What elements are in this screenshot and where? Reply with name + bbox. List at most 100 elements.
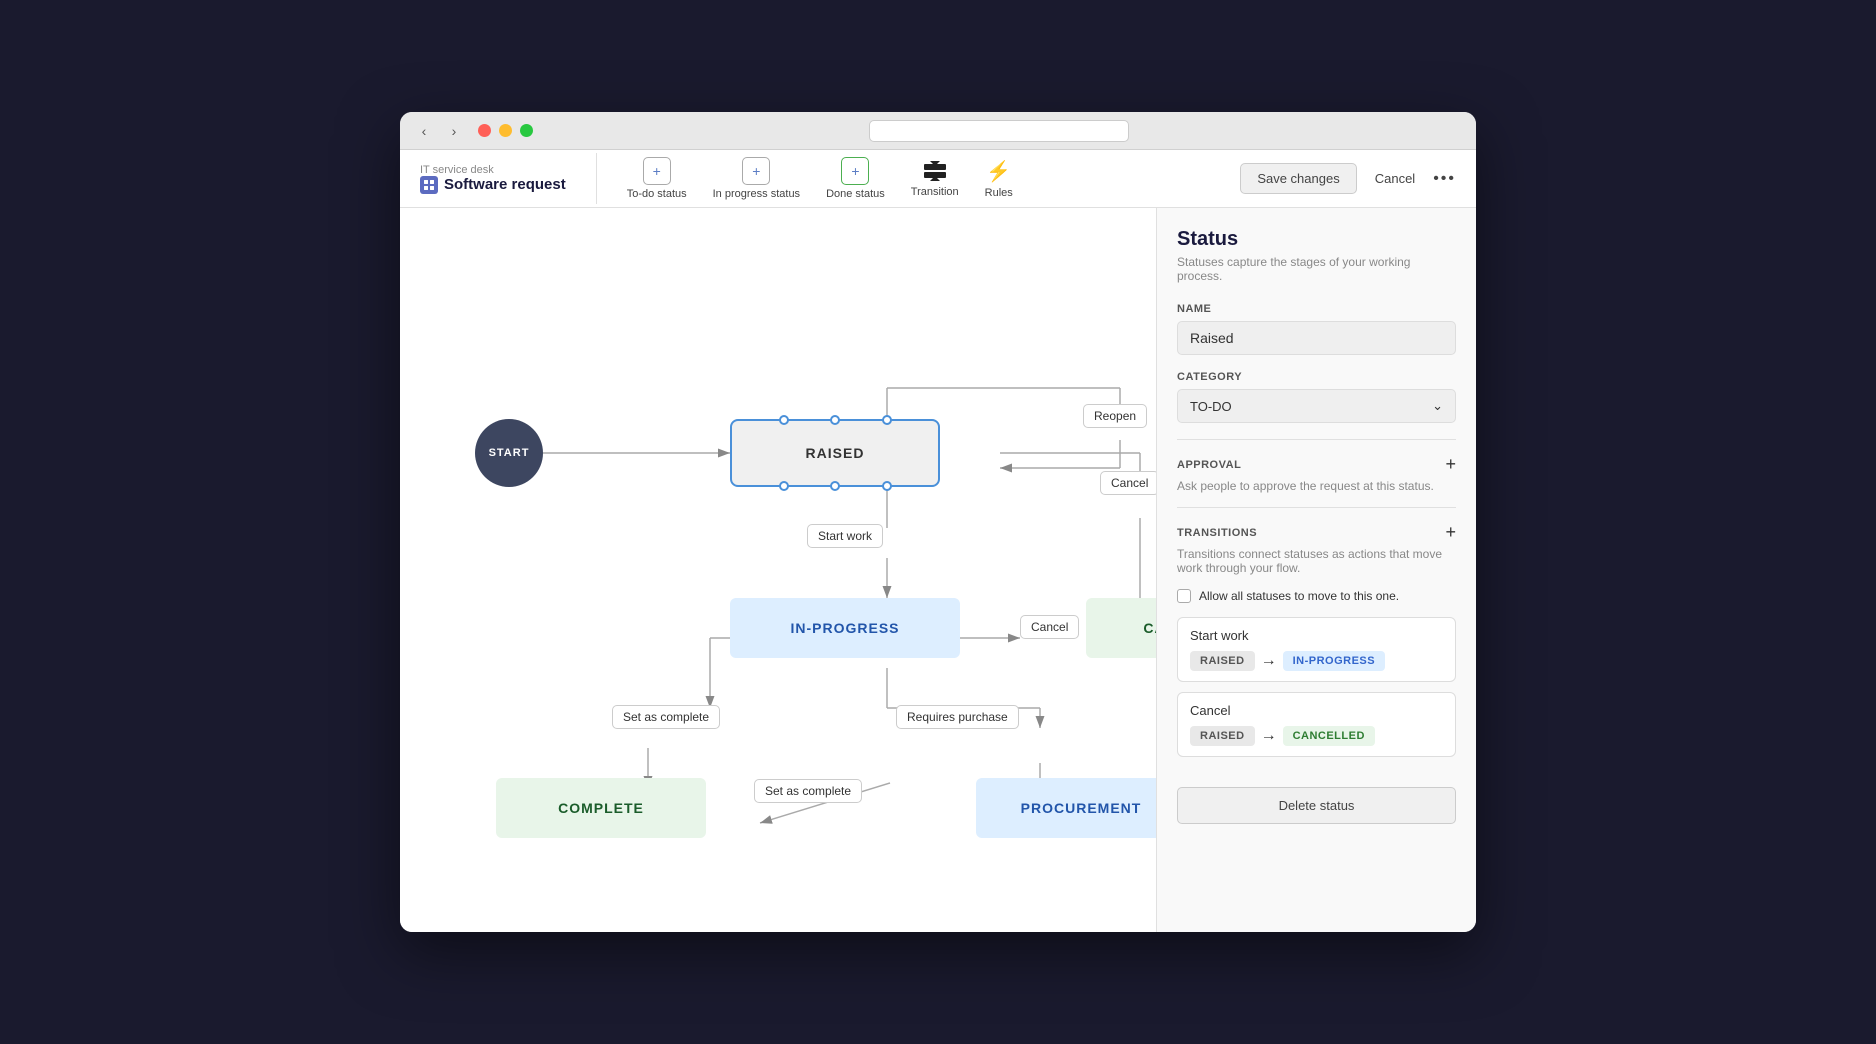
close-button[interactable]: [478, 124, 491, 137]
procurement-label: PROCUREMENT: [1021, 800, 1142, 816]
transition2-title: Cancel: [1190, 703, 1443, 718]
done-icon: +: [841, 157, 869, 185]
handle-bot-right[interactable]: [882, 481, 892, 491]
divider-2: [1177, 507, 1456, 508]
approval-label: APPROVAL: [1177, 459, 1241, 471]
cancel-mid-label[interactable]: Cancel: [1020, 615, 1079, 639]
transition-icon: [921, 159, 949, 183]
nav-arrows: ‹ ›: [412, 121, 466, 141]
approval-desc: Ask people to approve the request at thi…: [1177, 479, 1456, 493]
transition1-title: Start work: [1190, 628, 1443, 643]
name-value: Raised: [1177, 321, 1456, 355]
transition2-to: CANCELLED: [1283, 726, 1375, 746]
chevron-down-icon: ⌄: [1432, 398, 1443, 414]
rules-button[interactable]: ⚡ Rules: [975, 155, 1023, 203]
breadcrumb: IT service desk: [420, 164, 566, 176]
maximize-button[interactable]: [520, 124, 533, 137]
toolbar-right: Save changes Cancel •••: [1240, 163, 1456, 194]
reqpurchase-label[interactable]: Requires purchase: [896, 705, 1019, 729]
rules-label: Rules: [985, 187, 1013, 199]
panel-title: Status: [1177, 228, 1456, 251]
category-value: TO-DO: [1190, 399, 1232, 414]
category-select[interactable]: TO-DO ⌄: [1177, 389, 1456, 423]
cancel-top-label[interactable]: Cancel: [1100, 471, 1156, 495]
cancel-button[interactable]: Cancel: [1367, 164, 1423, 193]
inprogress-label: IN-PROGRESS: [790, 620, 899, 636]
app-title: Software request: [420, 176, 566, 194]
inprogress-label: In progress status: [713, 188, 800, 200]
reopen-label[interactable]: Reopen: [1083, 404, 1147, 428]
handle-bot-left[interactable]: [779, 481, 789, 491]
handle-top[interactable]: [830, 415, 840, 425]
setcomplete-bot-label[interactable]: Set as complete: [754, 779, 862, 803]
arrow-icon-1: →: [1261, 652, 1277, 670]
handle-bot[interactable]: [830, 481, 840, 491]
done-status-button[interactable]: + Done status: [816, 153, 895, 204]
transitions-desc: Transitions connect statuses as actions …: [1177, 547, 1456, 575]
name-label: NAME: [1177, 303, 1456, 315]
cancelled-node[interactable]: CANCELLED: [1086, 598, 1156, 658]
transition-button[interactable]: Transition: [901, 155, 969, 202]
titlebar: ‹ ›: [400, 112, 1476, 150]
raised-label: RAISED: [806, 445, 865, 461]
rules-icon: ⚡: [986, 159, 1011, 184]
inprogress-node[interactable]: IN-PROGRESS: [730, 598, 960, 658]
procurement-node[interactable]: PROCUREMENT: [976, 778, 1156, 838]
transition-card-2[interactable]: Cancel RAISED → CANCELLED: [1177, 692, 1456, 757]
transition2-from: RAISED: [1190, 726, 1255, 746]
handle-top-left[interactable]: [779, 415, 789, 425]
canvas-area[interactable]: START RAISED Reop: [400, 208, 1156, 932]
inprogress-status-button[interactable]: + In progress status: [703, 153, 810, 204]
transition-card-1[interactable]: Start work RAISED → IN-PROGRESS: [1177, 617, 1456, 682]
transition1-flow: RAISED → IN-PROGRESS: [1190, 651, 1443, 671]
transitions-add-button[interactable]: +: [1445, 522, 1456, 543]
arrow-icon-2: →: [1261, 727, 1277, 745]
start-node: START: [475, 419, 543, 487]
main-window: ‹ › IT service desk: [400, 112, 1476, 932]
diagram: START RAISED Reop: [400, 208, 1156, 932]
save-button[interactable]: Save changes: [1240, 163, 1356, 194]
inprogress-icon: +: [742, 157, 770, 185]
transitions-label: TRANSITIONS: [1177, 527, 1257, 539]
handle-top-right[interactable]: [882, 415, 892, 425]
divider-1: [1177, 439, 1456, 440]
forward-button[interactable]: ›: [442, 121, 466, 141]
delete-status-button[interactable]: Delete status: [1177, 787, 1456, 824]
main-content: IT service desk Software request: [400, 150, 1476, 932]
back-button[interactable]: ‹: [412, 121, 436, 141]
done-label: Done status: [826, 188, 885, 200]
transitions-header: TRANSITIONS +: [1177, 522, 1456, 543]
titlebar-search: [533, 120, 1464, 142]
more-button[interactable]: •••: [1433, 170, 1456, 188]
app-icon: [420, 176, 438, 194]
workspace: START RAISED Reop: [400, 208, 1476, 932]
allow-all-checkbox[interactable]: [1177, 589, 1191, 603]
transition-label: Transition: [911, 186, 959, 198]
transition1-to: IN-PROGRESS: [1283, 651, 1386, 671]
toolbar-left: IT service desk Software request: [420, 164, 566, 194]
approval-add-button[interactable]: +: [1445, 454, 1456, 475]
cancelled-label: CANCELLED: [1143, 620, 1156, 636]
complete-label: COMPLETE: [558, 800, 644, 816]
app-title-text: Software request: [444, 176, 566, 193]
panel-subtitle: Statuses capture the stages of your work…: [1177, 255, 1456, 283]
complete-node[interactable]: COMPLETE: [496, 778, 706, 838]
transition1-from: RAISED: [1190, 651, 1255, 671]
startwork-label[interactable]: Start work: [807, 524, 883, 548]
approval-header: APPROVAL +: [1177, 454, 1456, 475]
category-label: CATEGORY: [1177, 371, 1456, 383]
search-input[interactable]: [869, 120, 1129, 142]
right-panel: Status Statuses capture the stages of yo…: [1156, 208, 1476, 932]
todo-label: To-do status: [627, 188, 687, 200]
toolbar: IT service desk Software request: [400, 150, 1476, 208]
minimize-button[interactable]: [499, 124, 512, 137]
allow-all-label: Allow all statuses to move to this one.: [1199, 589, 1399, 603]
todo-status-button[interactable]: + To-do status: [617, 153, 697, 204]
window-controls: [478, 124, 533, 137]
allow-all-row: Allow all statuses to move to this one.: [1177, 589, 1456, 603]
toolbar-actions: + To-do status + In progress status + Do…: [596, 153, 1023, 204]
raised-node[interactable]: RAISED: [730, 419, 940, 487]
transition2-flow: RAISED → CANCELLED: [1190, 726, 1443, 746]
setcomplete-left-label[interactable]: Set as complete: [612, 705, 720, 729]
todo-icon: +: [643, 157, 671, 185]
